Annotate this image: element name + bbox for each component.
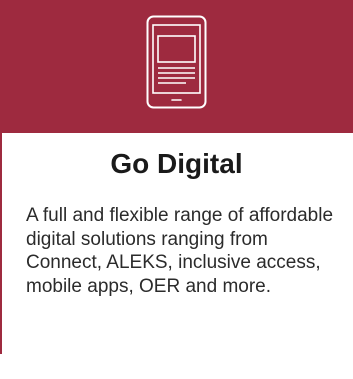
tablet-icon (146, 15, 207, 109)
card-banner (0, 0, 353, 133)
go-digital-card: Go Digital A full and flexible range of … (0, 0, 353, 379)
card-description: A full and flexible range of affordable … (26, 205, 334, 297)
card-title: Go Digital (110, 148, 243, 179)
